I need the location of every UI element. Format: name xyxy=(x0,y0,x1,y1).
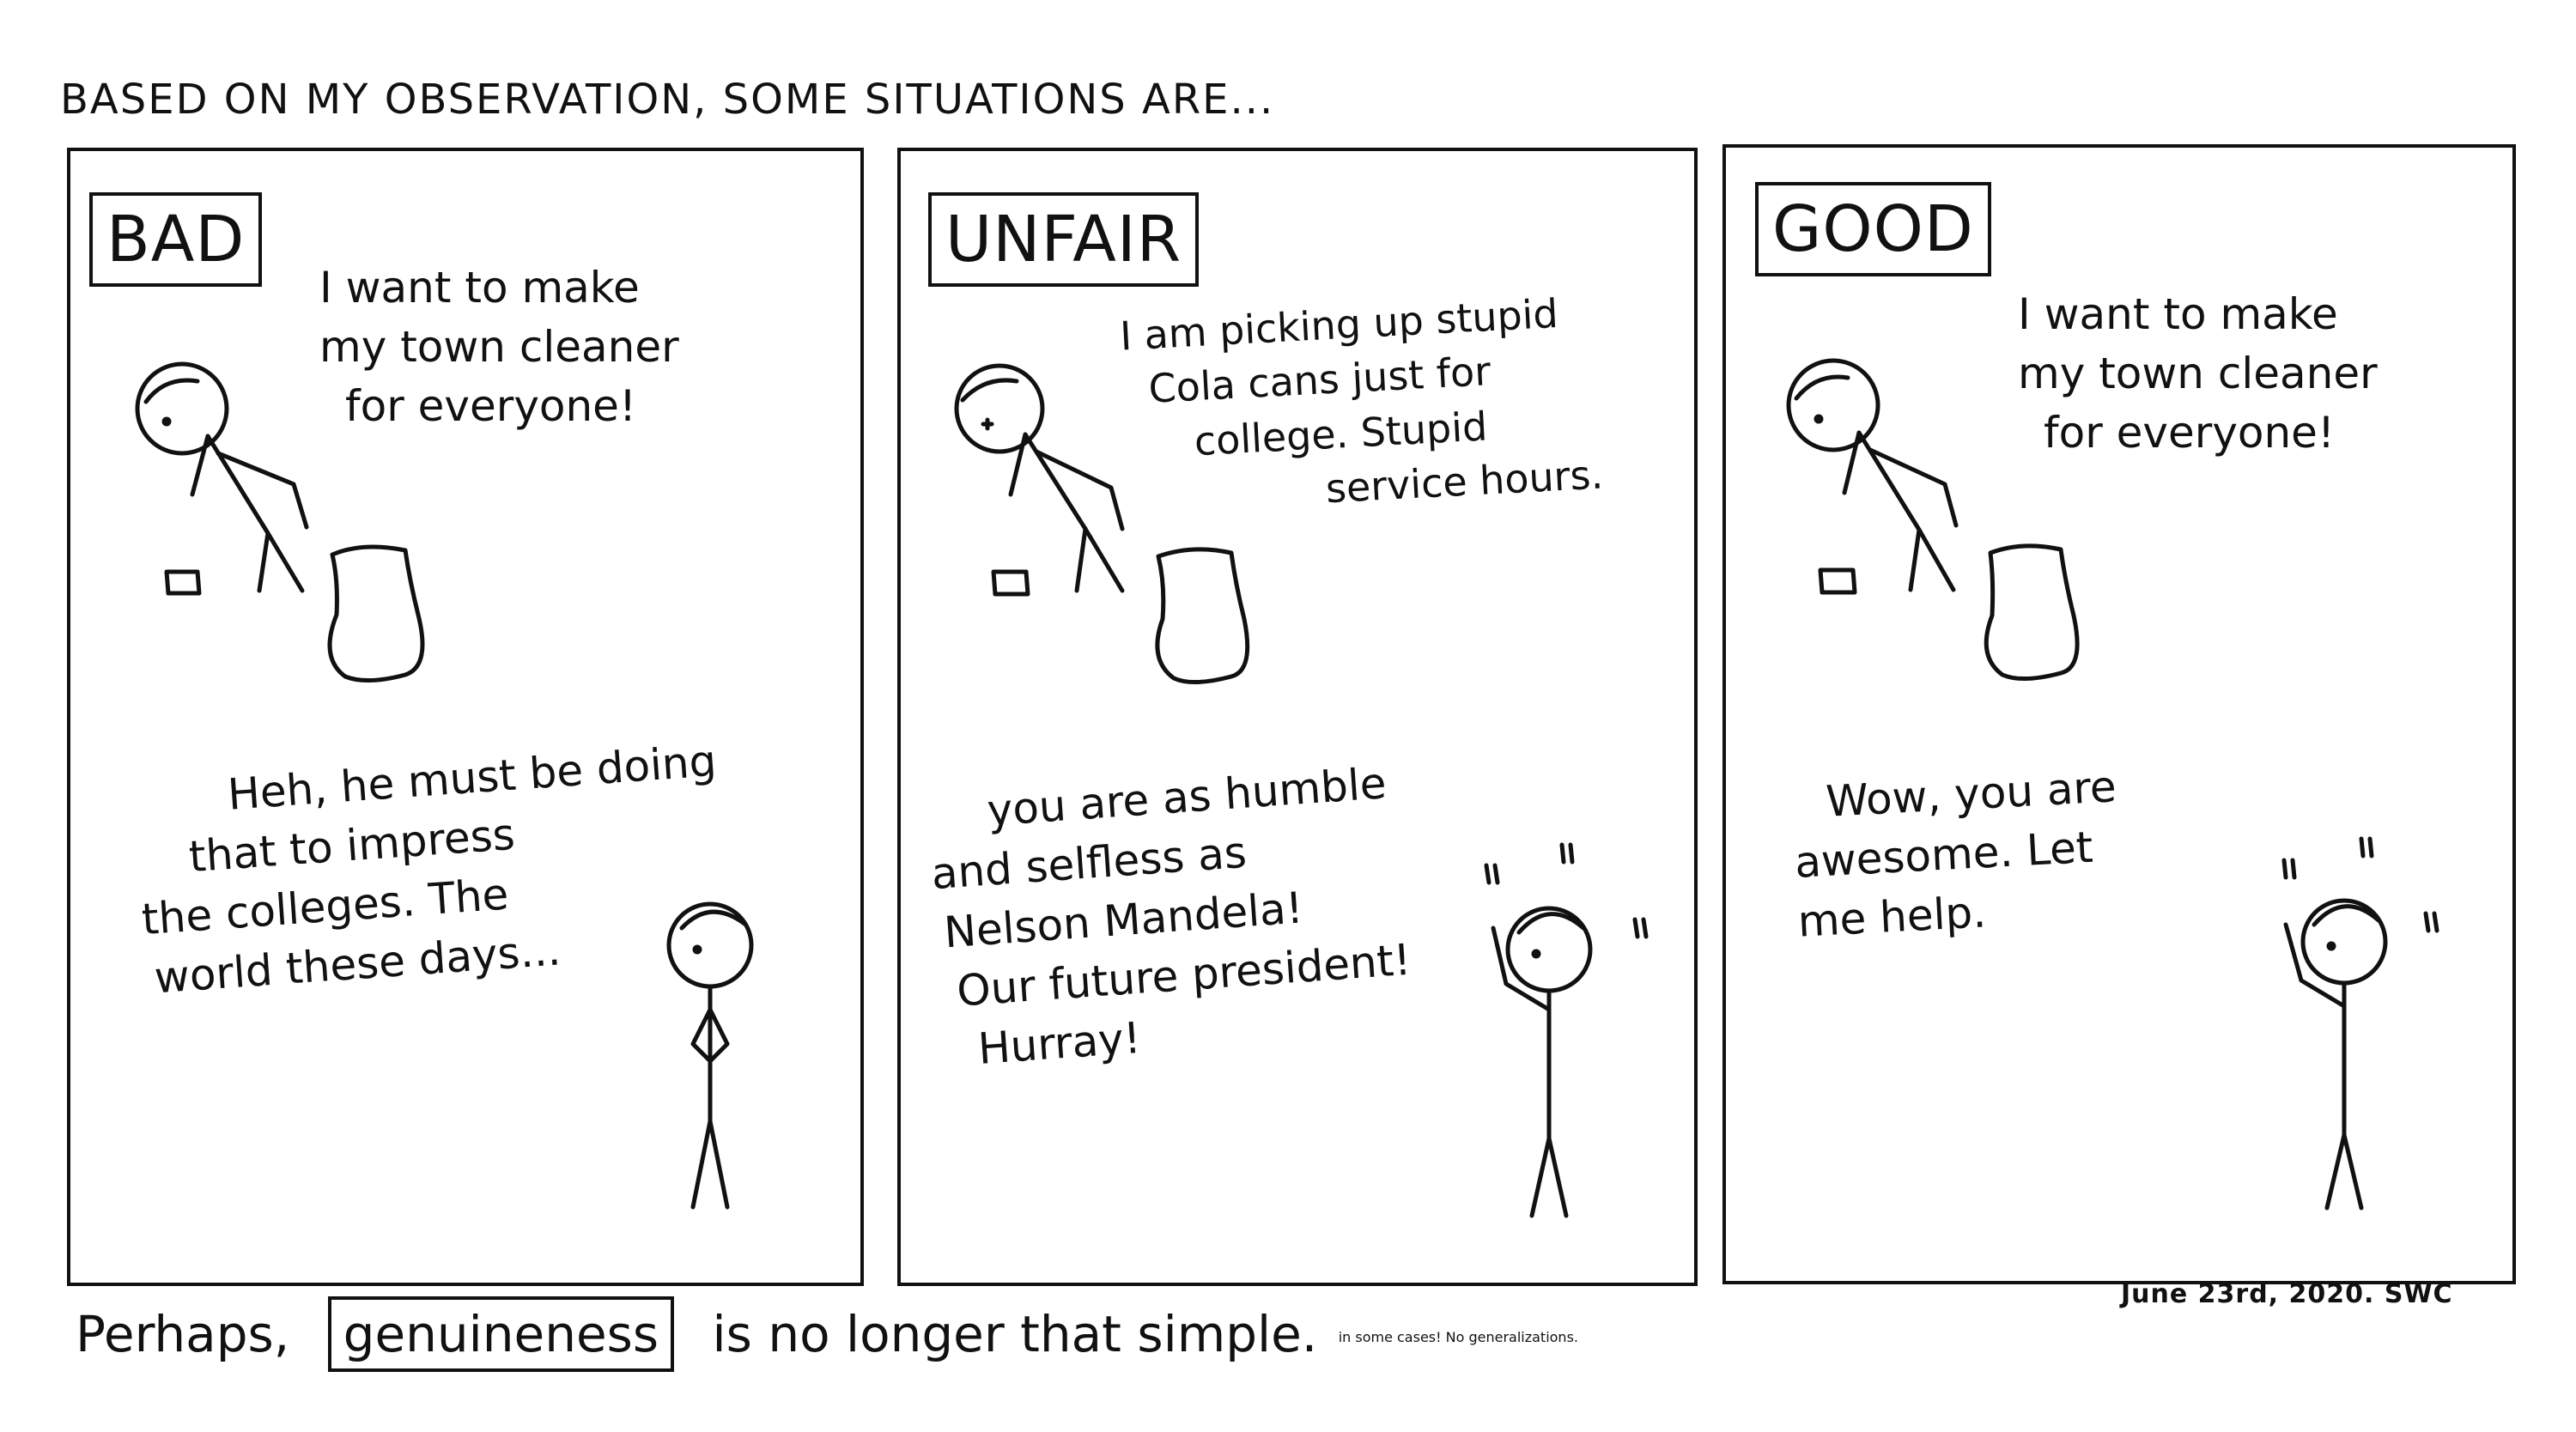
footer-before: Perhaps, xyxy=(76,1305,290,1363)
panel-good: GOOD I want to make my town cleaner for … xyxy=(1722,144,2516,1284)
footer-boxed-word: genuineness xyxy=(327,1296,675,1372)
panel-bad: BAD I want to make my town cleaner for e… xyxy=(67,148,864,1286)
footer-caption: Perhaps, genuineness is no longer that s… xyxy=(76,1296,1578,1372)
cheering-figure-good xyxy=(2281,836,2439,1211)
panel-unfair: UNFAIR I am picking up stupid Cola cans … xyxy=(897,148,1698,1286)
cheering-figure-unfair xyxy=(1484,842,1649,1218)
footer-after: is no longer that simple. xyxy=(712,1305,1318,1363)
date-signature: June 23rd, 2020. SWC xyxy=(2121,1279,2453,1309)
comic-title: BASED ON MY OBSERVATION, SOME SITUATIONS… xyxy=(60,76,1275,124)
footer-footnote: in some cases! No generalizations. xyxy=(1338,1329,1578,1346)
observer-figure-bad xyxy=(666,901,754,1210)
